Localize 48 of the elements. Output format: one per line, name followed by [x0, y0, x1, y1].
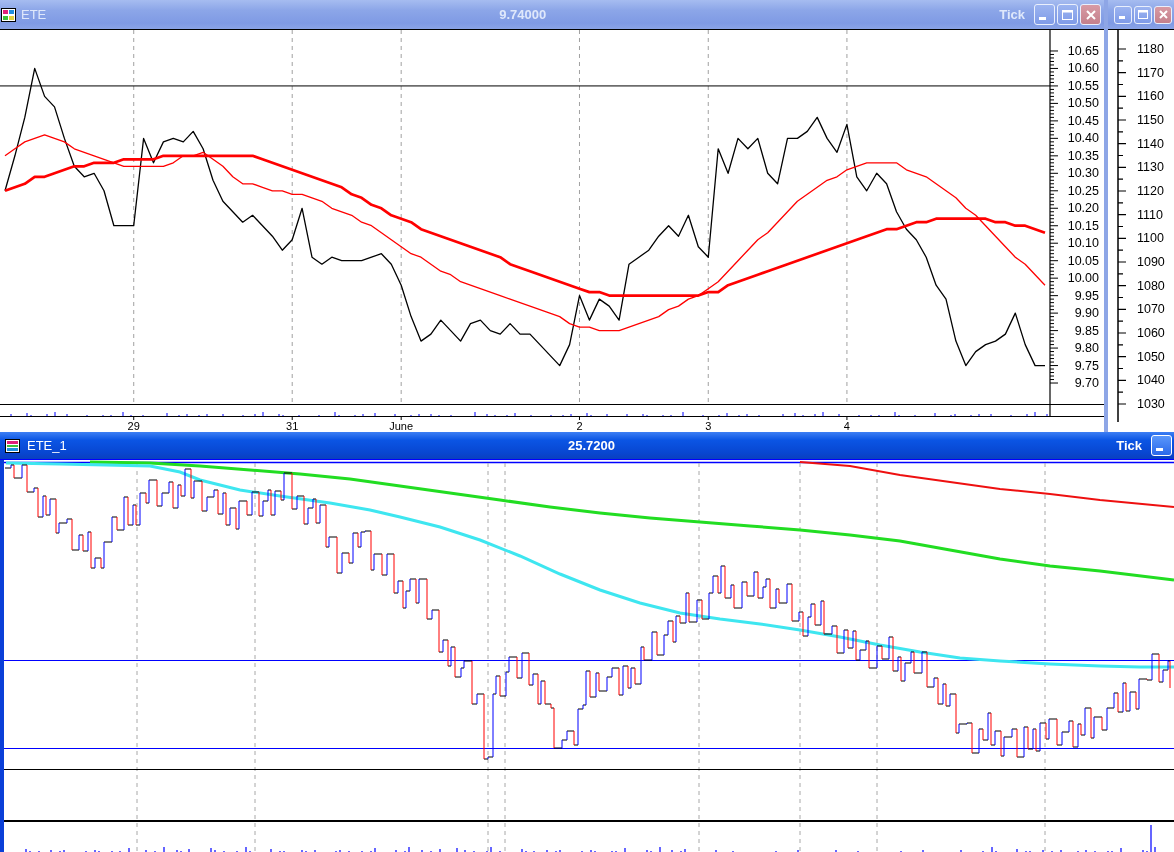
y-axis-label: 1100	[1137, 231, 1164, 246]
indicator-value: 25.7200	[568, 438, 615, 453]
y-axis-label: 10.10	[1067, 236, 1099, 251]
y-axis-label: 10.35	[1067, 148, 1099, 163]
y-axis-label: 1040	[1137, 373, 1165, 388]
y-axis-label: 1070	[1137, 302, 1165, 317]
y-axis-label: 10.30	[1067, 166, 1099, 181]
y-axis-label: 10.00	[1067, 271, 1099, 286]
x-axis-label: 29	[127, 420, 140, 432]
y-axis-label: 1110	[1137, 207, 1163, 222]
interval-label: Tick	[999, 7, 1025, 22]
y-axis-label: 1080	[1137, 278, 1165, 293]
x-axis-label: 2	[576, 420, 583, 432]
y-axis-label: 1090	[1137, 255, 1165, 269]
y-axis-label: 1170	[1137, 65, 1164, 80]
y-axis-label: 1140	[1137, 136, 1164, 151]
y-axis-label: 1030	[1137, 397, 1165, 411]
y-axis-label: 10.20	[1067, 201, 1099, 216]
interval-label: Tick	[1116, 438, 1142, 453]
window-title: ETE_1	[27, 438, 67, 453]
y-axis-label: 9.90	[1074, 306, 1099, 321]
price-value: 9.74000	[499, 7, 547, 22]
y-axis-label: 1050	[1137, 349, 1165, 364]
x-axis-label: June	[389, 420, 414, 432]
y-axis-label: 1160	[1137, 89, 1164, 104]
y-axis-label: 10.40	[1067, 131, 1099, 146]
y-axis-label: 1150	[1137, 113, 1164, 127]
y-axis-label: 10.05	[1067, 253, 1099, 268]
y-axis-label: 1130	[1137, 160, 1164, 175]
y-axis-label: 10.25	[1067, 183, 1099, 198]
x-axis-label: 4	[843, 420, 850, 432]
y-axis-label: 1060	[1137, 326, 1165, 340]
y-axis-label: 10.45	[1067, 113, 1099, 128]
y-axis-label: 10.15	[1067, 218, 1099, 233]
y-axis-label: 9.75	[1074, 358, 1099, 373]
y-axis-label: 9.80	[1074, 341, 1099, 356]
y-axis-label: 10.65	[1067, 43, 1099, 58]
x-axis-label: 3	[705, 420, 712, 432]
y-axis-label: 9.85	[1074, 323, 1099, 338]
y-axis-label: 10.60	[1067, 61, 1099, 76]
y-axis-label: 9.70	[1074, 376, 1099, 391]
y-axis-label: 10.55	[1067, 78, 1099, 93]
y-axis-label: 1180	[1137, 42, 1164, 56]
x-axis-label: 31	[286, 420, 299, 432]
y-axis-label: 9.95	[1074, 288, 1099, 303]
window-title: ETE	[21, 7, 47, 22]
y-axis-label: 10.50	[1067, 96, 1099, 111]
y-axis-label: 1120	[1137, 184, 1164, 198]
